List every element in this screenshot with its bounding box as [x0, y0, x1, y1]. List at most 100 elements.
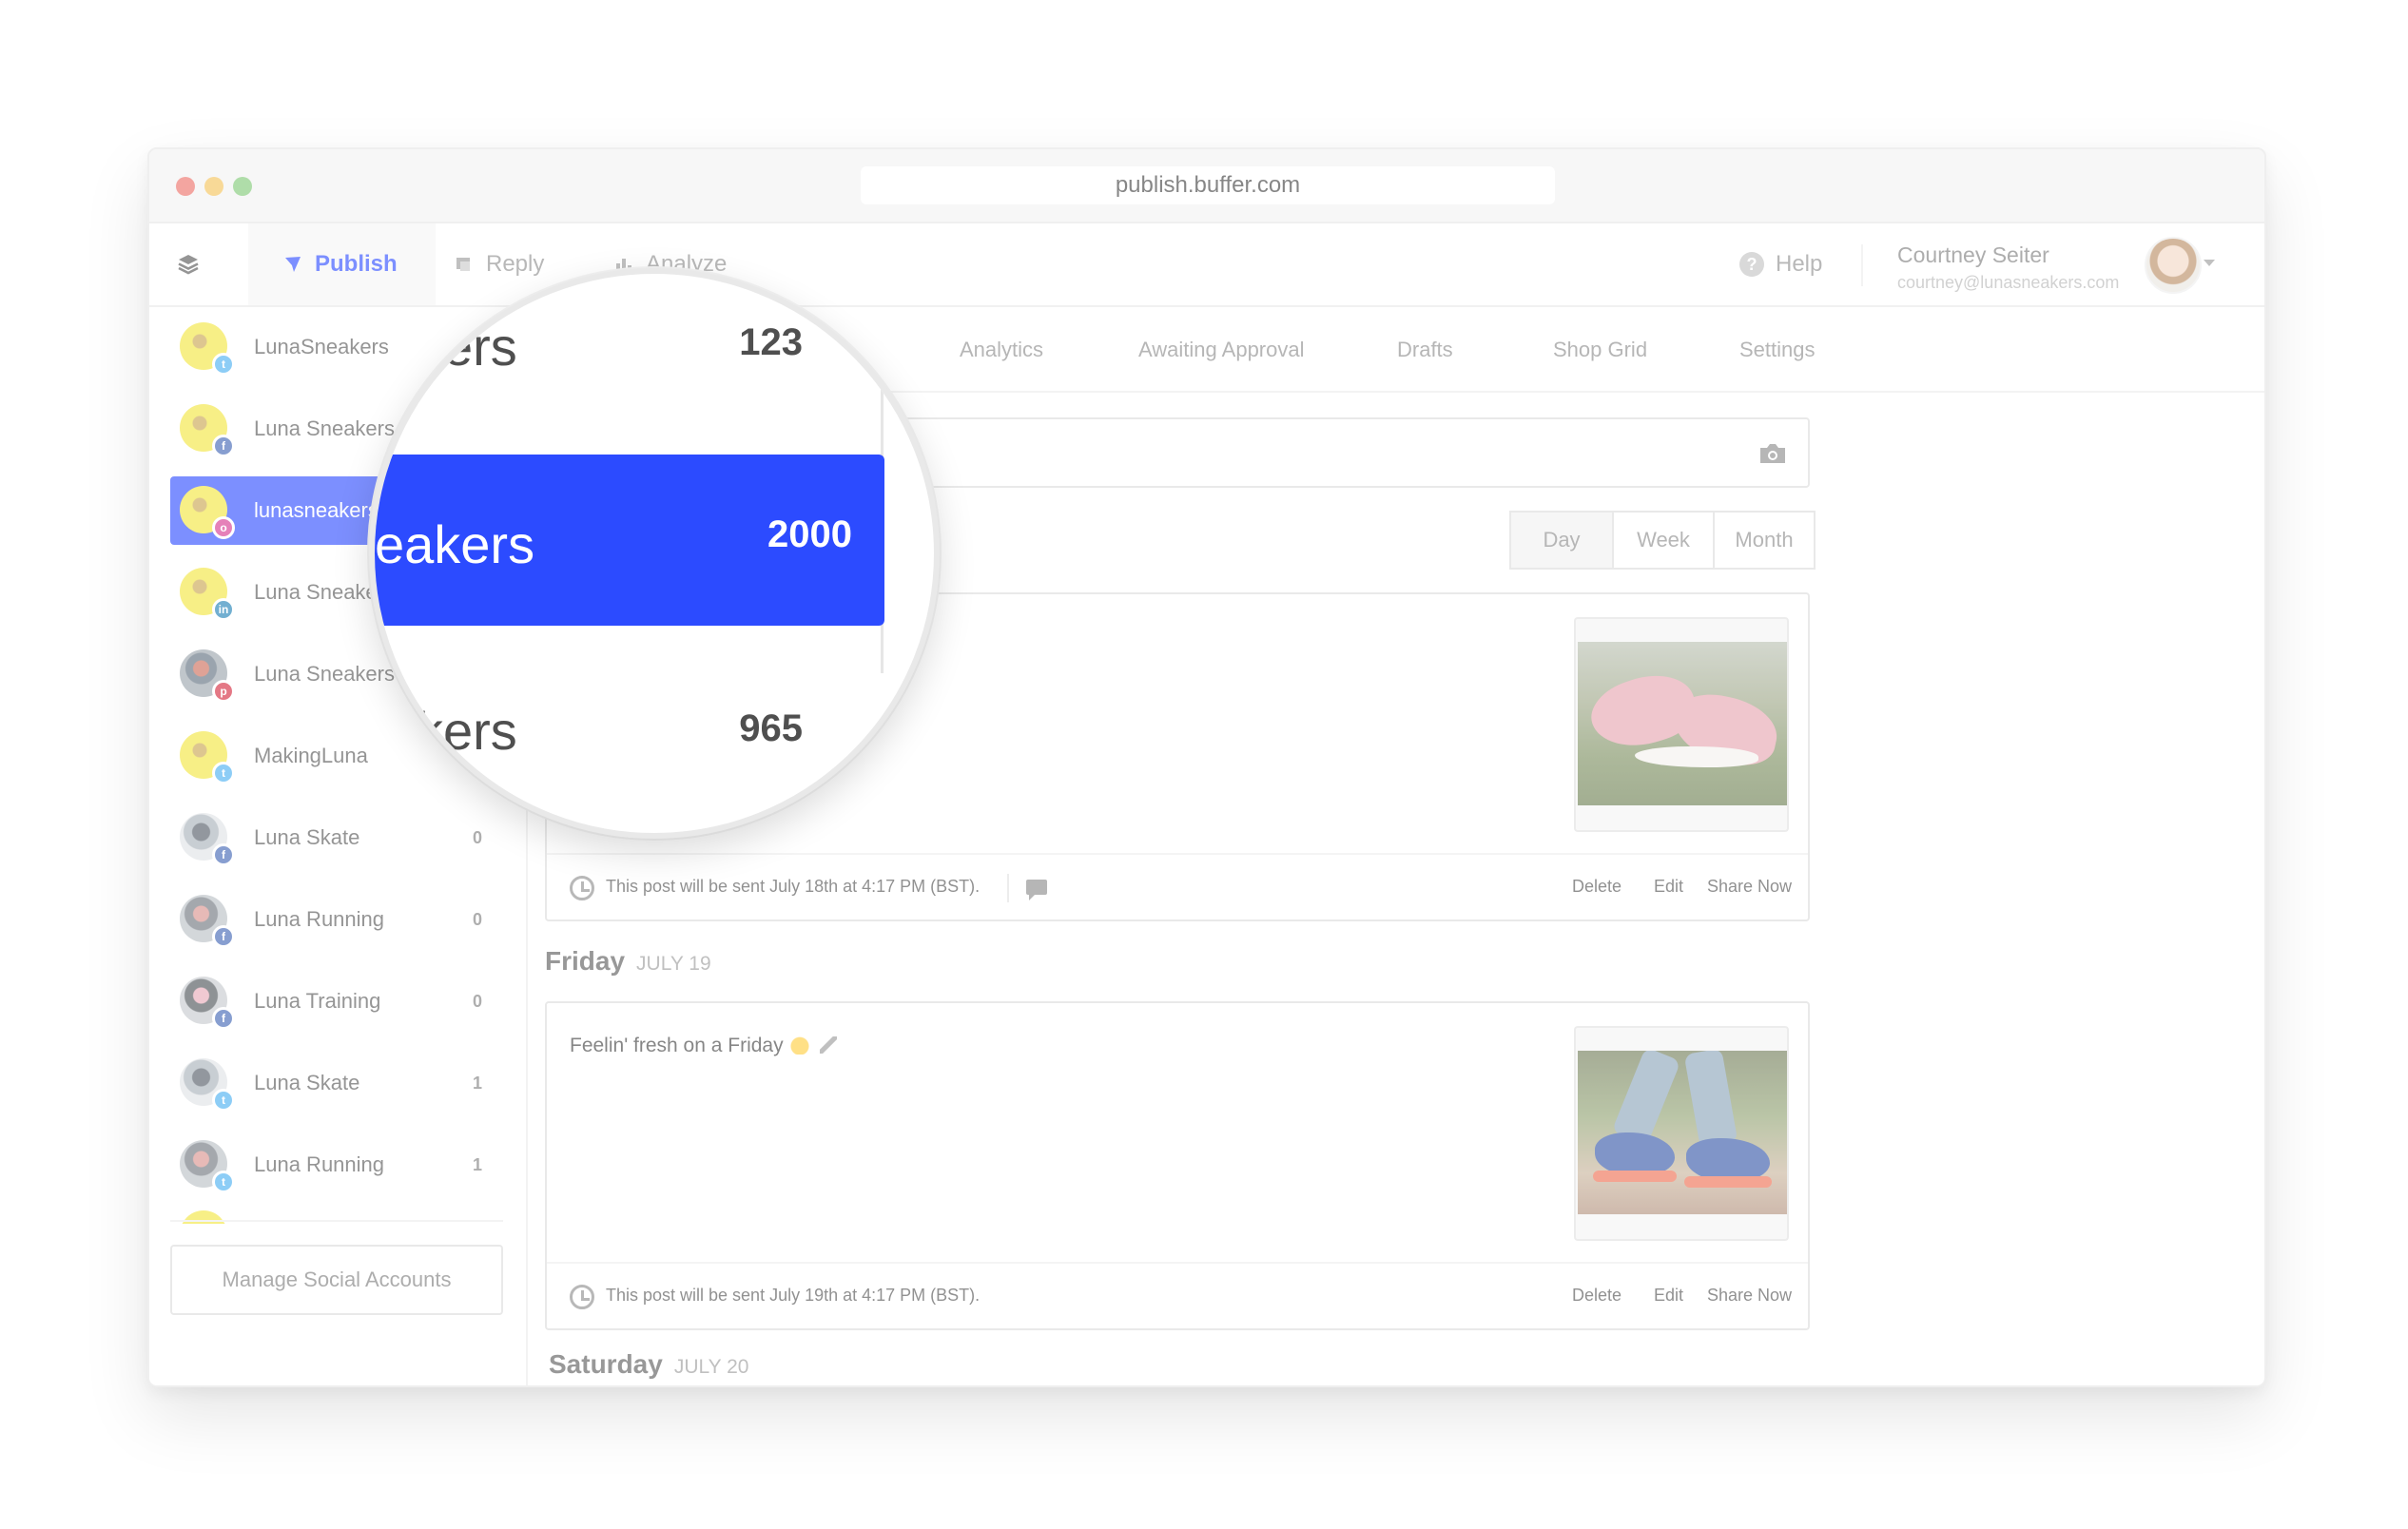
sidebar-item-account[interactable]: t Luna Running 1 — [170, 1131, 503, 1199]
magnified-account-label: kers — [417, 317, 517, 377]
stage: publish.buffer.com Publish Reply Analyze… — [0, 0, 2408, 1529]
sidebar-item-label: lunasneakers — [254, 498, 379, 522]
sidebar-item-count: 1 — [472, 1073, 482, 1093]
sidebar-item-account[interactable]: f Luna Training 0 — [170, 967, 503, 1035]
sidebar-item-count: 1 — [472, 1154, 482, 1174]
tab-publish[interactable]: Publish — [248, 223, 436, 305]
sidebar-item-label: MakingLuna — [254, 744, 368, 767]
subnav-tab-shop-grid[interactable]: Shop Grid — [1553, 338, 1647, 362]
sidebar-item-label: Luna Skate — [254, 825, 360, 849]
sidebar-item-account[interactable]: f Luna Running 0 — [170, 885, 503, 954]
facebook-icon: f — [212, 925, 235, 948]
sidebar-item-label: LunaSneakers — [254, 335, 389, 358]
reply-icon — [456, 258, 470, 271]
view-toggle-day[interactable]: Day — [1509, 511, 1614, 570]
sidebar-item-count: 0 — [472, 909, 482, 929]
magnified-selected-row: eakers 2000 — [375, 455, 884, 626]
linkedin-icon: in — [212, 598, 235, 621]
sidebar-item-count: 0 — [472, 827, 482, 847]
maximize-window-button[interactable] — [233, 177, 252, 196]
edit-post-button[interactable]: Edit — [1654, 877, 1683, 897]
sidebar-item-account[interactable]: t Luna Skate 1 — [170, 1049, 503, 1117]
post-caption: Feelin' fresh on a Friday — [570, 1035, 784, 1056]
tab-reply-label: Reply — [486, 251, 545, 277]
sidebar-item-label: Luna Training — [254, 989, 381, 1013]
manage-social-accounts-button[interactable]: Manage Social Accounts — [170, 1245, 503, 1315]
footer-divider — [1007, 874, 1009, 902]
address-bar[interactable]: publish.buffer.com — [861, 166, 1555, 204]
chevron-down-icon[interactable] — [2204, 260, 2215, 266]
help-label: Help — [1776, 251, 1823, 277]
twitter-icon: t — [212, 762, 235, 784]
post-footer: This post will be sent July 19th at 4:17… — [547, 1262, 1808, 1328]
clock-icon — [570, 876, 594, 900]
sidebar-item-label: Luna Running — [254, 907, 385, 931]
post-card: Feelin' fresh on a Friday This post will… — [545, 1001, 1810, 1330]
day-date: JULY 19 — [636, 953, 711, 975]
magnifier-lens: kers 123 eakers 2000 kers 965 — [369, 268, 940, 839]
day-heading: Friday JULY 19 — [545, 946, 711, 977]
sidebar-item-label: Luna Sneakers — [254, 662, 395, 686]
view-toggle-month[interactable]: Month — [1713, 511, 1816, 570]
instagram-icon: o — [212, 516, 235, 539]
subnav-tab-drafts[interactable]: Drafts — [1397, 338, 1453, 362]
sidebar-item-label: Luna Skate — [254, 1071, 360, 1094]
post-schedule-text: This post will be sent July 19th at 4:17… — [606, 1286, 981, 1305]
twitter-icon: t — [212, 1171, 235, 1193]
magnified-account-label: kers — [417, 701, 517, 761]
delete-post-button[interactable]: Delete — [1572, 1286, 1622, 1306]
magnified-account-label: eakers — [375, 514, 535, 574]
day-heading: Saturday JULY 20 — [549, 1349, 748, 1380]
user-email: courtney@lunasneakers.com — [1897, 273, 2120, 292]
sidebar-item-label: Luna Sneakers — [254, 416, 395, 440]
minimize-window-button[interactable] — [204, 177, 223, 196]
magnified-account-count: 2000 — [767, 513, 852, 555]
sidebar-item-account[interactable]: f Luna Skate 0 — [170, 803, 503, 872]
subnav-tab-analytics[interactable]: Analytics — [960, 338, 1043, 362]
day-date: JULY 20 — [673, 1356, 749, 1378]
day-name: Saturday — [549, 1349, 663, 1379]
browser-titlebar: publish.buffer.com — [149, 149, 2264, 223]
camera-icon[interactable] — [1758, 443, 1787, 464]
nav-divider — [1861, 244, 1863, 286]
post-text: Feelin' fresh on a Friday — [570, 1034, 837, 1057]
subnav-tab-settings[interactable]: Settings — [1739, 338, 1816, 362]
subnav-tab-awaiting-approval[interactable]: Awaiting Approval — [1138, 338, 1305, 362]
pinterest-icon: p — [212, 680, 235, 703]
sidebar-divider — [170, 1220, 503, 1222]
tab-publish-label: Publish — [315, 251, 398, 277]
help-link[interactable]: ? Help — [1739, 223, 1822, 305]
tab-reply[interactable]: Reply — [454, 223, 544, 305]
sidebar-item-count: 0 — [472, 991, 482, 1011]
post-image-thumbnail[interactable] — [1574, 617, 1789, 832]
share-now-button[interactable]: Share Now — [1707, 1286, 1792, 1306]
post-footer: This post will be sent July 18th at 4:17… — [547, 853, 1808, 919]
blue-sneakers-image — [1578, 1051, 1787, 1214]
magnified-account-count: 123 — [739, 321, 803, 363]
facebook-icon: f — [212, 1007, 235, 1030]
facebook-icon: f — [212, 843, 235, 866]
pencil-icon[interactable] — [819, 1036, 837, 1054]
help-icon: ? — [1739, 252, 1764, 277]
post-image-thumbnail[interactable] — [1574, 1026, 1789, 1241]
facebook-icon: f — [212, 435, 235, 457]
sidebar-item-label: Luna Running — [254, 1152, 385, 1176]
buffer-logo-icon[interactable] — [176, 252, 201, 277]
day-name: Friday — [545, 946, 626, 976]
pink-sneakers-image — [1578, 642, 1787, 805]
view-toggle-week[interactable]: Week — [1612, 511, 1715, 570]
share-now-button[interactable]: Share Now — [1707, 877, 1792, 897]
publish-icon — [285, 257, 301, 272]
comment-icon[interactable] — [1026, 880, 1047, 900]
clock-icon — [570, 1285, 594, 1309]
delete-post-button[interactable]: Delete — [1572, 877, 1622, 897]
edit-post-button[interactable]: Edit — [1654, 1286, 1683, 1306]
twitter-icon: t — [212, 353, 235, 376]
twitter-icon: t — [212, 1089, 235, 1112]
raised-hands-icon — [788, 1034, 810, 1055]
post-schedule-text: This post will be sent July 18th at 4:17… — [606, 877, 981, 896]
user-avatar[interactable] — [2145, 237, 2202, 294]
close-window-button[interactable] — [176, 177, 195, 196]
user-name[interactable]: Courtney Seiter — [1897, 242, 2049, 268]
top-navigation: Publish Reply Analyze ? Help Courtney Se… — [149, 223, 2264, 307]
